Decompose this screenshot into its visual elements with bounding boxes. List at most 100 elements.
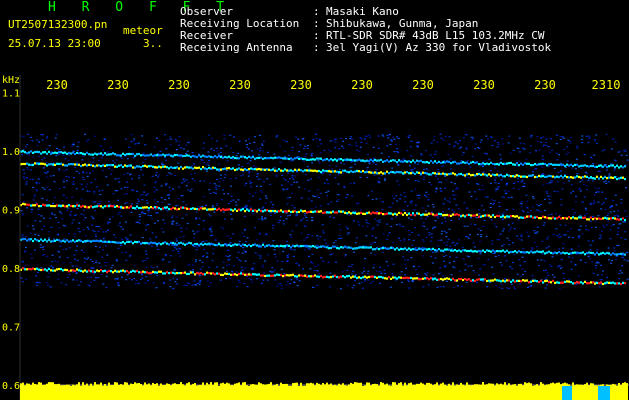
trace-segment [448,248,450,251]
noise-speck [244,267,247,269]
trace-segment [262,168,264,171]
trace-segment [32,267,34,270]
noise-speck [299,144,302,146]
noise-speck [470,195,473,197]
noise-speck [444,175,447,177]
level-bar [480,384,482,400]
noise-speck [271,207,274,209]
noise-speck [555,213,557,215]
noise-speck [121,238,124,240]
trace-segment [340,158,342,161]
noise-speck [500,264,503,266]
trace-segment [344,245,346,248]
trace-segment [282,245,284,248]
noise-speck [370,243,373,245]
trace-segment [72,239,74,242]
noise-speck [170,173,173,175]
trace-segment [520,251,522,254]
trace-segment [504,216,506,219]
level-bar [474,384,476,400]
trace-segment [162,242,164,245]
trace-segment [46,204,48,207]
trace-segment [592,252,594,255]
trace-segment [492,249,494,252]
trace-segment [624,253,626,256]
noise-speck [519,142,522,144]
trace-segment [42,203,44,206]
noise-speck [598,170,601,172]
field-label-antenna: Receiving Antenna [180,41,293,54]
level-bar [616,385,618,400]
trace-segment [54,239,56,242]
level-bar [524,382,526,400]
noise-speck [506,237,509,239]
noise-speck [541,145,544,147]
trace-segment [328,276,330,279]
trace-segment [148,154,150,157]
noise-speck [87,139,90,141]
trace-segment [546,175,548,178]
noise-speck [309,178,312,180]
noise-speck [443,217,446,219]
trace-segment [132,269,134,272]
level-bar [284,383,286,400]
noise-speck [285,212,288,214]
trace-segment [306,275,308,278]
noise-speck [404,196,407,198]
noise-speck [536,259,539,261]
noise-speck [283,139,286,141]
level-bar [176,384,178,400]
level-bar [362,386,364,400]
noise-speck [293,249,296,251]
noise-speck [545,190,548,193]
noise-speck [191,178,194,180]
trace-segment [324,211,326,214]
noise-speck [521,268,524,270]
trace-segment [62,239,64,242]
trace-segment [120,164,122,167]
level-bar [320,384,322,400]
noise-speck [433,136,436,138]
noise-speck [76,207,79,210]
noise-speck [507,190,510,192]
trace-segment [422,161,424,164]
trace-segment [184,154,186,157]
trace-segment [190,242,192,245]
trace-segment [610,281,612,285]
noise-speck [545,144,548,147]
noise-speck [319,236,322,238]
trace-segment [586,252,588,255]
noise-speck [282,189,285,191]
noise-speck [588,135,591,137]
trace-segment [548,250,550,253]
noise-speck [286,188,289,190]
trace-segment [284,157,286,160]
noise-speck [165,159,167,161]
trace-segment [92,270,94,273]
level-bar [374,383,376,400]
noise-speck [141,277,144,279]
noise-speck [79,267,82,269]
trace-segment [100,152,102,155]
noise-speck [205,170,208,172]
noise-speck [114,237,117,239]
trace-segment [206,271,208,274]
trace-segment [498,250,500,253]
level-bar [42,385,44,400]
noise-speck [580,167,583,169]
noise-speck [396,180,399,182]
noise-speck [585,228,588,230]
noise-speck [417,234,420,236]
level-bar [432,385,434,400]
trace-segment [86,206,88,209]
trace-segment [314,158,316,161]
noise-speck [529,145,532,147]
noise-speck [356,149,359,151]
trace-segment [254,273,256,276]
noise-speck [505,184,508,186]
trace-segment [170,166,172,169]
noise-speck [144,259,147,261]
noise-speck [166,210,169,212]
noise-speck [340,137,343,139]
trace-segment [362,170,364,173]
